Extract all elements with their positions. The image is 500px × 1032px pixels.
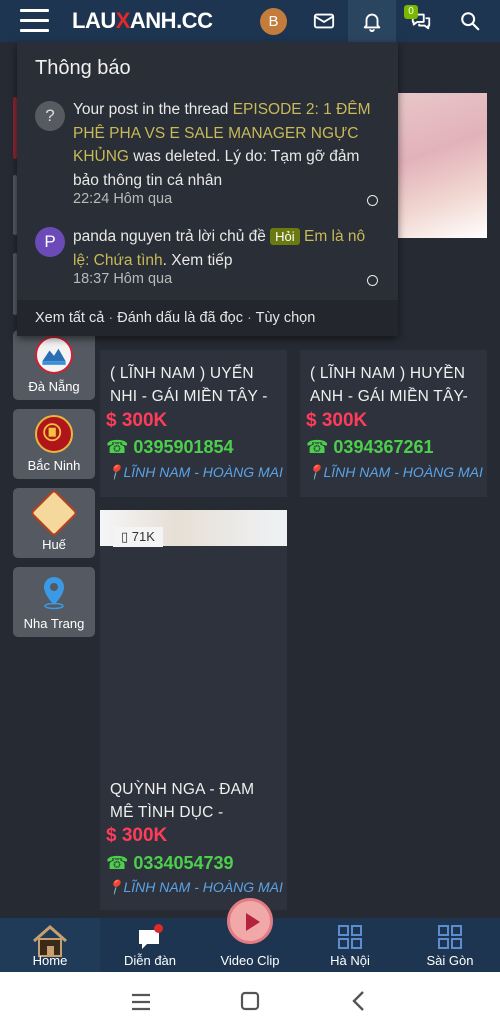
notifications-title: Thông báo <box>35 57 131 79</box>
grid-icon <box>438 925 462 949</box>
listing-price: $ 300K <box>306 410 368 431</box>
da-nang-emblem-icon <box>35 336 73 374</box>
listing-location: 📍LĨNH NAM - HOÀNG MAI <box>106 879 283 895</box>
sidebar-item-da-nang[interactable]: Đà Nẵng <box>13 330 95 400</box>
listing-location: 📍LĨNH NAM - HOÀNG MAI <box>306 464 483 480</box>
location-pin-icon: 📍 <box>106 879 124 895</box>
listing-phone[interactable]: ☎ 0394367261 <box>306 437 434 458</box>
bac-ninh-emblem-icon <box>35 415 73 453</box>
android-nav-bar <box>0 972 500 1032</box>
back-icon[interactable] <box>350 990 366 1012</box>
inbox-icon[interactable] <box>300 0 348 42</box>
view-all-link[interactable]: Xem tất cả <box>35 310 104 326</box>
mark-read-toggle[interactable] <box>367 195 378 206</box>
sidebar-item-bac-ninh[interactable]: Bắc Ninh <box>13 409 95 479</box>
notifications-footer: Xem tất cả · Đánh dấu là đã đọc · Tùy ch… <box>17 300 398 336</box>
user-avatar[interactable]: B <box>260 8 287 35</box>
play-icon[interactable] <box>227 898 273 944</box>
top-header: LAUXANH.CC B 0 <box>0 0 500 42</box>
user-avatar[interactable]: P <box>35 227 65 257</box>
listing-price: $ 300K <box>106 410 168 431</box>
notification-time: 18:37 Hôm qua <box>73 271 173 287</box>
map-pin-icon <box>35 573 73 611</box>
listing-card[interactable]: QUỲNH NGA - ĐAM MÊ TÌNH DỤC - $ 300K ☎ 0… <box>100 510 287 910</box>
hue-emblem-icon <box>29 488 79 538</box>
mark-read-toggle[interactable] <box>367 275 378 286</box>
grid-icon <box>338 925 362 949</box>
listing-phone[interactable]: ☎ 0395901854 <box>106 437 234 458</box>
listing-title: QUỲNH NGA - ĐAM MÊ TÌNH DỤC - <box>110 781 255 821</box>
nav-home[interactable]: Home <box>0 918 100 972</box>
home-button-icon[interactable] <box>240 991 260 1011</box>
notification-text: panda nguyen trả lời chủ đề Hỏi Em là nô… <box>73 228 366 269</box>
nav-forum[interactable]: Diễn đàn <box>100 918 200 972</box>
eye-icon: ▯ <box>121 529 129 544</box>
sidebar-item-hue[interactable]: Huế <box>13 488 95 558</box>
listing-title: ( LĨNH NAM ) HUYỀN ANH - GÁI MIỀN TÂY- <box>310 365 468 405</box>
system-notice-icon: ? <box>35 101 65 131</box>
listing-card[interactable]: ( LĨNH NAM ) HUYỀN ANH - GÁI MIỀN TÂY- $… <box>300 350 487 497</box>
recent-apps-icon[interactable] <box>130 992 152 1012</box>
listing-price: $ 300K <box>106 825 168 846</box>
nav-ha-noi[interactable]: Hà Nội <box>300 918 400 972</box>
listing-title: ( LĨNH NAM ) UYỂN NHI - GÁI MIỀN TÂY - <box>110 365 268 405</box>
menu-icon[interactable] <box>20 9 49 33</box>
notification-time: 22:24 Hôm qua <box>73 191 173 207</box>
notifications-dropdown: Thông báo ? Your post in the thread EPIS… <box>17 42 398 336</box>
nav-sai-gon[interactable]: Sài Gòn <box>400 918 500 972</box>
new-activity-dot <box>154 924 163 933</box>
username-link[interactable]: panda nguyen <box>73 228 171 245</box>
thread-prefix-tag: Hỏi <box>270 228 300 245</box>
options-link[interactable]: Tùy chọn <box>256 310 316 326</box>
location-pin-icon: 📍 <box>306 464 324 480</box>
listing-thumbnail[interactable] <box>398 93 487 238</box>
sidebar-item-nha-trang[interactable]: Nha Trang <box>13 567 95 637</box>
notification-text: Your post in the thread EPISODE 2: 1 ĐÊM… <box>73 101 371 189</box>
listing-card[interactable]: ( LĨNH NAM ) UYỂN NHI - GÁI MIỀN TÂY - $… <box>100 350 287 497</box>
mark-all-read-link[interactable]: Đánh dấu là đã đọc <box>117 310 243 326</box>
location-pin-icon: 📍 <box>106 464 124 480</box>
bell-icon[interactable] <box>348 0 396 42</box>
listing-phone[interactable]: ☎ 0334054739 <box>106 853 234 874</box>
search-icon[interactable] <box>446 0 494 42</box>
site-logo[interactable]: LAUXANH.CC <box>72 8 213 34</box>
listing-location: 📍LĨNH NAM - HOÀNG MAI <box>106 464 283 480</box>
conversations-badge: 0 <box>404 5 418 19</box>
view-count: ▯ 71K <box>113 527 163 547</box>
